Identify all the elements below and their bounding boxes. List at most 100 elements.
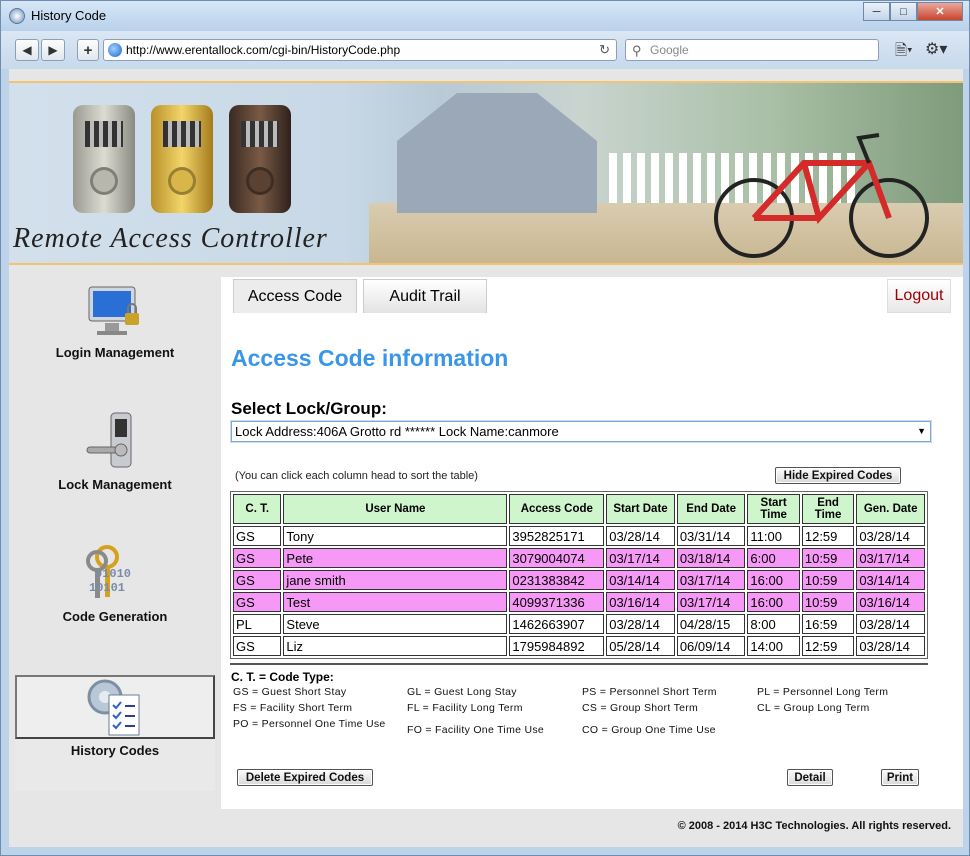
brass-lock-image [151,105,213,213]
sidebar: Login Management Lock Management 01010 1… [9,277,221,837]
table-cell: 03/14/14 [606,570,675,590]
plus-icon: + [83,41,93,59]
table-row: GS jane smith 0231383842 03/14/14 03/17/14 16… [233,570,925,590]
table-cell: Steve [283,614,508,634]
chevron-down-icon: ▼ [917,426,926,436]
back-arrow-icon: ◀ [22,43,32,57]
legend-item: GL = Guest Long Stay [407,686,517,698]
table-cell: 10:59 [801,592,855,612]
table-cell: jane smith [283,570,508,590]
table-cell: GS [233,548,282,568]
table-cell: 03/28/14 [606,526,675,546]
forward-arrow-icon: ▶ [48,43,58,57]
table-row: GS Tony 3952825171 03/28/14 03/31/14 11:00 12:… [233,526,925,546]
maximize-button[interactable]: □ [890,2,917,21]
table-cell: 03/31/14 [676,526,746,546]
table-cell: 03/28/14 [856,526,925,546]
sidebar-label: History Codes [70,743,160,758]
table-cell: PL [233,614,282,634]
table-cell: 03/28/14 [606,614,675,634]
table-cell: 16:00 [747,570,800,590]
tab-audit-trail[interactable]: Audit Trail [363,279,487,313]
legend-item: CS = Group Short Term [582,702,699,714]
address-bar[interactable]: http://www.erentallock.com/cgi-bin/Histo… [103,39,617,61]
reload-icon[interactable]: ↻ [599,40,610,60]
table-cell: 1462663907 [509,614,605,634]
banner-logo: Remote Access Controller [13,223,328,254]
column-header[interactable]: C. T. [233,494,282,524]
legend-item: CL = Group Long Term [757,702,870,714]
select-value: Lock Address:406A Grotto rd ****** Lock … [235,424,559,439]
browser-window: History Code ─ □ ✕ ◀ ▶ + http://www.eren… [0,0,970,856]
table-cell: 04/28/15 [676,614,746,634]
page-title: Access Code information [231,345,509,371]
gear-icon[interactable]: ⚙▾ [925,39,947,59]
detail-button[interactable]: Detail [787,769,833,786]
title-bar: History Code ─ □ ✕ [1,1,969,31]
table-cell: 03/17/14 [606,548,675,568]
access-code-table: C. T. User Name Access Code Start Date E… [230,491,928,659]
silver-lock-image [73,105,135,213]
table-header-row: C. T. User Name Access Code Start Date E… [233,494,925,524]
sidebar-item-code-generation[interactable]: 01010 10101 Code Generation [15,541,215,657]
table-cell: 16:00 [747,592,800,612]
column-header[interactable]: Start Time [747,494,800,524]
legend-item: CO = Group One Time Use [582,724,716,736]
table-row: GS Liz 1795984892 05/28/14 06/09/14 14:00 12:5… [233,636,925,656]
sidebar-label: Lock Management [58,477,172,492]
close-button[interactable]: ✕ [917,2,963,21]
back-button[interactable]: ◀ [15,39,39,61]
select-label: Select Lock/Group: [231,399,387,418]
lock-group-select[interactable]: Lock Address:406A Grotto rd ****** Lock … [231,421,931,442]
sidebar-item-login-management[interactable]: Login Management [15,277,215,393]
search-box[interactable]: ⚲ Google [625,39,879,61]
table-cell: 3079004074 [509,548,605,568]
table-cell: Pete [283,548,508,568]
table-cell: Tony [283,526,508,546]
tab-access-code[interactable]: Access Code [233,279,357,313]
table-cell: 06/09/14 [676,636,746,656]
navigation-bar: ◀ ▶ + http://www.erentallock.com/cgi-bin… [1,31,969,69]
table-cell: 03/18/14 [676,548,746,568]
table-cell: 16:59 [801,614,855,634]
logout-button[interactable]: Logout [887,279,951,313]
sidebar-item-lock-management[interactable]: Lock Management [15,409,215,525]
sidebar-label: Code Generation [62,609,168,624]
table-cell: 3952825171 [509,526,605,546]
table-cell: 03/14/14 [856,570,925,590]
sidebar-label: Login Management [55,345,175,360]
table-cell: 03/28/14 [856,614,925,634]
table-row: GS Pete 3079004074 03/17/14 03/18/14 6:00 10:5… [233,548,925,568]
page-menu-icon[interactable]: 🗎▾ [895,40,913,65]
new-tab-button[interactable]: + [77,39,99,61]
column-header[interactable]: User Name [283,494,508,524]
sort-hint: (You can click each column head to sort … [235,470,478,482]
column-header[interactable]: End Date [676,494,746,524]
column-header[interactable]: Gen. Date [856,494,925,524]
page-viewport: Remote Access Controller Login Managemen… [9,69,963,847]
table-cell: 6:00 [747,548,800,568]
column-header[interactable]: End Time [801,494,855,524]
table-cell: GS [233,636,282,656]
keys-code-icon: 01010 10101 [86,545,131,598]
table-cell: 03/16/14 [856,592,925,612]
sidebar-item-history-codes[interactable]: History Codes [15,675,215,791]
minimize-button[interactable]: ─ [863,2,890,21]
search-placeholder: Google [650,43,689,57]
legend-item: FL = Facility Long Term [407,702,523,714]
table-cell: Liz [283,636,508,656]
header-banner: Remote Access Controller [9,81,963,265]
table-cell: GS [233,570,282,590]
column-header[interactable]: Access Code [509,494,605,524]
print-button[interactable]: Print [881,769,919,786]
delete-expired-codes-button[interactable]: Delete Expired Codes [237,769,373,786]
hide-expired-codes-button[interactable]: Hide Expired Codes [775,467,901,484]
monitor-lock-icon [88,286,139,335]
search-icon: ⚲ [632,43,642,58]
forward-button[interactable]: ▶ [41,39,65,61]
table-cell: 14:00 [747,636,800,656]
column-header[interactable]: Start Date [606,494,675,524]
legend-title: C. T. = Code Type: [231,670,334,684]
legend-item: PO = Personnel One Time Use [233,718,386,730]
table-cell: 12:59 [801,636,855,656]
